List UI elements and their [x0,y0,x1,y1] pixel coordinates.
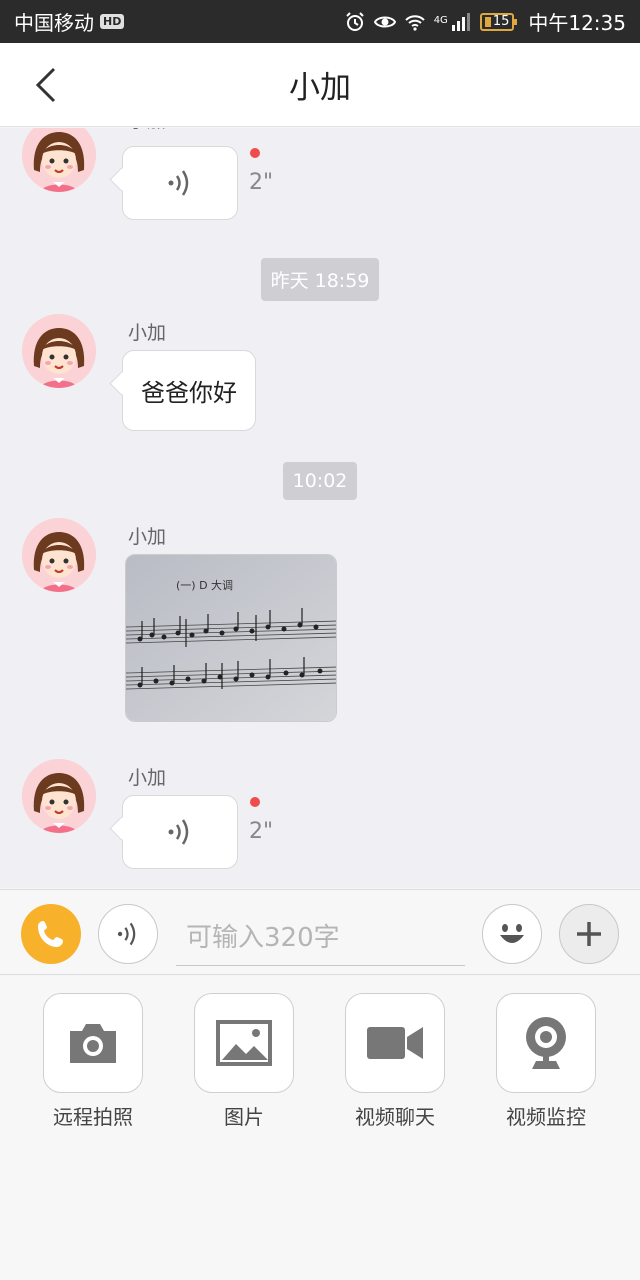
plus-icon [577,922,601,946]
image-icon [216,1020,272,1066]
chevron-left-icon [35,67,56,103]
timestamp: 昨天 18:59 [0,258,640,301]
voice-icon [168,819,189,845]
camera-icon [70,1024,116,1063]
emoji-button[interactable] [482,904,542,964]
call-button[interactable] [21,904,81,964]
alarm-icon [345,11,364,31]
avatar [22,759,96,833]
sender-name: 小加 [128,767,167,789]
message-list[interactable]: 小加 2" 昨天 18:59 小加 爸爸你好 10:02 小加 [0,128,640,888]
chat-header: 小加 [0,43,640,127]
back-button[interactable] [26,65,66,105]
signal-icon [451,12,470,31]
wifi-icon [404,14,425,31]
page-title: 小加 [289,70,351,106]
carrier-name: 中国移动 [14,11,94,35]
sender-name: 小加 [128,526,167,548]
action-icon-box [496,993,596,1093]
action-label: 视频聊天 [355,1105,435,1129]
unread-dot [250,148,260,158]
voice-message-bubble[interactable] [122,795,238,869]
voice-duration: 2" [249,170,274,195]
voice-duration: 2" [249,819,274,844]
video-camera-icon [367,1027,423,1059]
clock: 中午12:35 [528,11,626,35]
remote-photo-action[interactable]: 远程拍照 [43,993,143,1130]
action-panel: 远程拍照 图片 视频聊天 视频监控 [0,976,640,1280]
text-message-bubble[interactable]: 爸爸你好 [122,350,256,431]
network-type: 4G [433,15,448,26]
action-icon-box [194,993,294,1093]
unread-dot [250,797,260,807]
voice-icon [117,922,136,946]
battery-indicator: 15 [479,12,517,31]
message-input[interactable] [176,910,465,966]
message-text-content: 爸爸你好 [141,379,237,407]
action-label: 视频监控 [506,1105,586,1129]
action-icon-box [43,993,143,1093]
webcam-icon [526,1017,566,1069]
action-label: 远程拍照 [53,1105,133,1129]
avatar [22,314,96,388]
voice-icon [168,170,189,196]
action-label: 图片 [224,1105,264,1129]
action-icon-box [345,993,445,1093]
eye-icon [373,16,396,27]
voice-input-button[interactable] [98,904,158,964]
avatar [22,128,96,192]
input-bar [0,889,640,975]
smiley-icon [500,924,524,943]
more-button[interactable] [559,904,619,964]
sheet-music-photo: (一) D 大调 [126,555,336,721]
voice-message-bubble[interactable] [122,146,238,220]
avatar [22,518,96,592]
photo-caption: (一) D 大调 [176,578,233,592]
sender-name: 小加 [128,128,166,133]
status-bar: 中国移动 HD 4G 15 中午12:35 [0,0,640,43]
sender-name: 小加 [128,322,167,344]
timestamp: 10:02 [0,462,640,500]
image-message[interactable]: (一) D 大调 [125,554,337,722]
hd-badge: HD [100,14,125,29]
image-action[interactable]: 图片 [194,993,294,1130]
video-monitor-action[interactable]: 视频监控 [496,993,596,1130]
phone-icon [38,921,63,947]
video-chat-action[interactable]: 视频聊天 [345,993,445,1130]
